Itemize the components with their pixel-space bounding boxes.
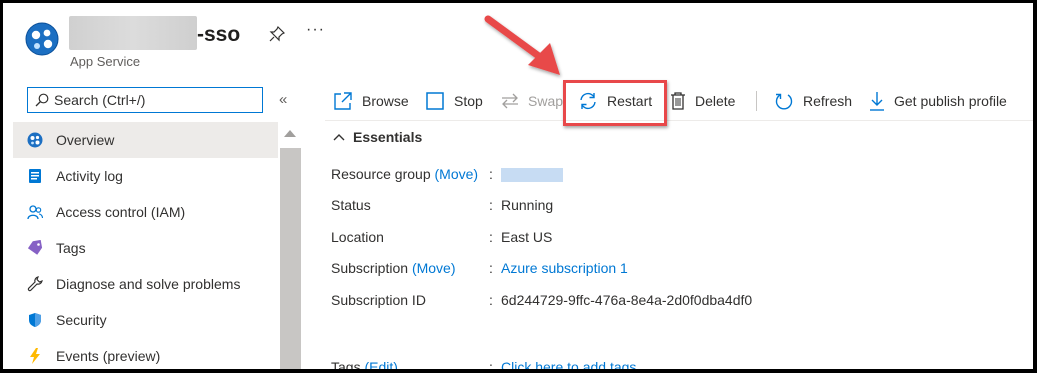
annotation-arrow-icon (484, 15, 560, 75)
sidebar-nav: Overview Activity log Access control (IA… (13, 122, 278, 369)
add-tags-link[interactable]: Click here to add tags (501, 359, 636, 369)
screenshot-frame: -sso App Service ··· « Overview (0, 0, 1037, 373)
scroll-up-arrow-icon[interactable] (284, 130, 296, 137)
resource-type-label: App Service (70, 54, 141, 69)
collapse-sidebar-button[interactable]: « (279, 91, 287, 108)
search-input[interactable] (54, 90, 254, 110)
toolbar-separator (756, 91, 757, 111)
search-box[interactable] (27, 87, 263, 113)
people-icon (27, 205, 43, 220)
stop-button[interactable]: Stop (425, 89, 483, 113)
app-name-redacted (69, 16, 197, 50)
toolbar-divider (325, 120, 1033, 121)
refresh-label: Refresh (803, 93, 853, 109)
refresh-icon (775, 93, 793, 110)
restart-highlight-box (563, 80, 667, 126)
resource-group-redacted[interactable] (501, 168, 563, 183)
essentials-heading: Essentials (353, 129, 423, 145)
property-row-subscription-id: Subscription ID : 6d244729-9ffc-476a-8e4… (331, 292, 753, 308)
browse-label: Browse (362, 93, 409, 109)
property-label: Status (331, 197, 371, 213)
edit-tags-link[interactable]: (Edit) (364, 359, 397, 369)
sidebar-item-diagnose[interactable]: Diagnose and solve problems (13, 266, 278, 302)
sidebar-item-label: Security (56, 312, 107, 328)
property-label: Resource group (331, 166, 431, 182)
delete-label: Delete (695, 93, 736, 109)
external-link-icon (334, 92, 352, 110)
trash-icon (671, 92, 685, 110)
wrench-icon (27, 276, 43, 292)
property-row-subscription: Subscription (Move) : Azure subscription… (331, 260, 628, 276)
chevron-up-icon (333, 134, 345, 141)
property-label: Location (331, 229, 384, 245)
move-subscription-link[interactable]: (Move) (412, 260, 456, 276)
download-icon (870, 92, 884, 111)
refresh-button[interactable]: Refresh (774, 89, 852, 113)
property-row-location: Location : East US (331, 229, 553, 245)
shield-icon (29, 313, 41, 327)
property-label: Tags (331, 359, 361, 373)
property-label: Subscription ID (331, 292, 426, 308)
stop-label: Stop (454, 93, 483, 109)
swap-label: Swap (528, 93, 564, 109)
pin-icon[interactable] (269, 26, 285, 42)
delete-button[interactable]: Delete (670, 89, 735, 113)
tag-icon (27, 240, 43, 255)
sidebar-item-tags[interactable]: Tags (13, 230, 278, 266)
subscription-id-value: 6d244729-9ffc-476a-8e4a-2d0f0dba4df0 (501, 292, 753, 308)
sidebar-item-label: Events (preview) (56, 348, 161, 364)
sidebar-item-label: Access control (IAM) (56, 204, 186, 220)
stop-icon (426, 92, 444, 110)
lightning-icon (30, 348, 40, 364)
property-row-tags: Tags (Edit) : Click here to add tags (331, 359, 637, 373)
property-label: Subscription (331, 260, 409, 276)
status-value: Running (501, 197, 554, 213)
sidebar-item-label: Diagnose and solve problems (56, 276, 241, 292)
sidebar-item-overview[interactable]: Overview (13, 122, 278, 158)
swap-button[interactable]: Swap (501, 89, 563, 113)
sidebar-item-events[interactable]: Events (preview) (13, 338, 278, 369)
search-icon (35, 93, 49, 107)
app-service-icon (27, 132, 43, 148)
sidebar-item-access-control[interactable]: Access control (IAM) (13, 194, 278, 230)
move-resource-group-link[interactable]: (Move) (435, 166, 479, 182)
browse-button[interactable]: Browse (333, 89, 409, 113)
swap-icon (502, 93, 518, 109)
get-publish-profile-button[interactable]: Get publish profile (869, 89, 1007, 113)
sidebar-scrollbar[interactable] (279, 122, 301, 369)
publish-label: Get publish profile (894, 93, 1007, 109)
activity-log-icon (29, 169, 41, 183)
essentials-toggle[interactable]: Essentials (333, 129, 422, 145)
sidebar-item-label: Activity log (56, 168, 123, 184)
location-value: East US (501, 229, 553, 245)
sidebar-item-label: Overview (56, 132, 115, 148)
more-options-button[interactable]: ··· (306, 21, 325, 39)
app-service-logo-icon (25, 22, 59, 56)
property-row-resource-group: Resource group (Move) : (331, 164, 563, 184)
subscription-link[interactable]: Azure subscription 1 (501, 260, 628, 276)
sidebar-item-label: Tags (56, 240, 86, 256)
property-row-status: Status : Running (331, 197, 554, 213)
app-title: -sso (197, 23, 241, 46)
sidebar-item-security[interactable]: Security (13, 302, 278, 338)
scroll-thumb[interactable] (280, 148, 301, 369)
sidebar-item-activity-log[interactable]: Activity log (13, 158, 278, 194)
